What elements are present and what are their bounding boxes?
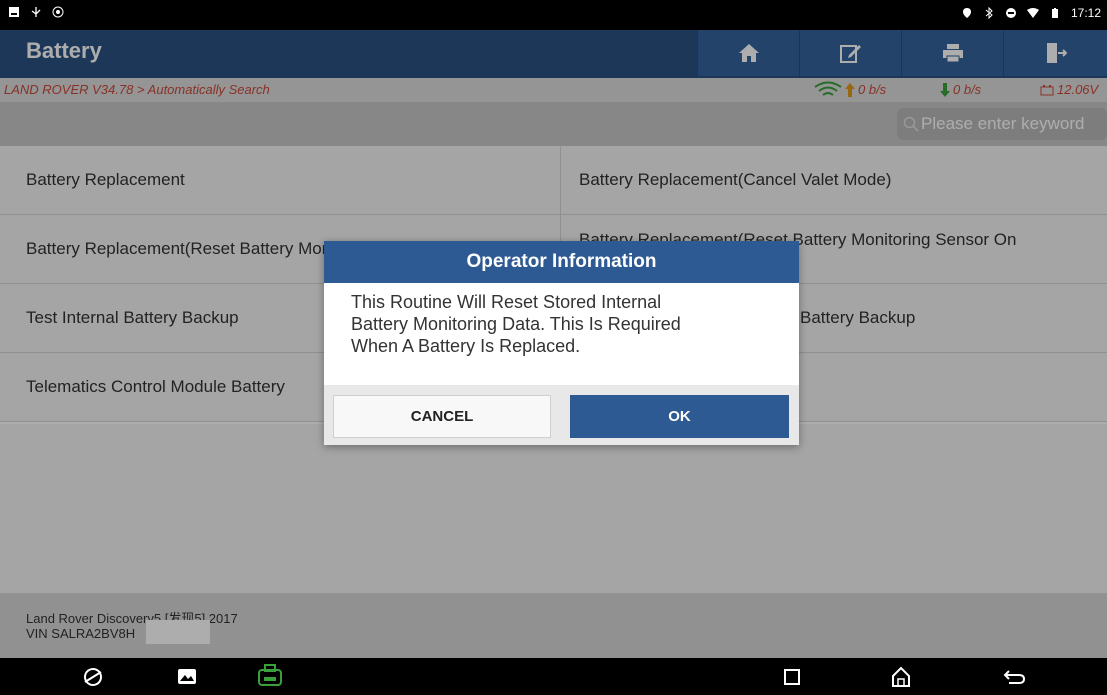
browser-icon[interactable]: [82, 666, 104, 688]
gallery-icon[interactable]: [177, 668, 197, 685]
android-nav-bar: [0, 658, 1107, 695]
recent-apps-icon[interactable]: [783, 668, 801, 686]
battery-icon: [1051, 8, 1058, 18]
notification-icon: [9, 7, 19, 17]
location-icon: [962, 8, 971, 18]
dialog-message-line: This Routine Will Reset Stored Internal: [351, 292, 662, 312]
status-bar: 17:12: [0, 0, 1107, 30]
home-nav-icon[interactable]: [890, 666, 912, 688]
bluetooth-icon: [985, 7, 993, 19]
dialog-message: This Routine Will Reset Stored Internal …: [351, 291, 771, 357]
back-icon[interactable]: [1003, 668, 1027, 686]
operator-info-dialog: Operator Information This Routine Will R…: [324, 241, 799, 445]
cancel-button[interactable]: CANCEL: [333, 395, 551, 438]
dialog-button-row: CANCEL OK: [324, 385, 799, 445]
usb-icon: [31, 7, 41, 17]
dialog-message-line: When A Battery Is Replaced.: [351, 336, 581, 356]
vci-icon[interactable]: [257, 664, 283, 688]
dialog-title: Operator Information: [324, 241, 799, 283]
dialog-message-line: Battery Monitoring Data. This Is Require…: [351, 314, 681, 334]
ok-button[interactable]: OK: [570, 395, 789, 438]
wifi-icon: [1026, 8, 1039, 18]
dnd-icon: [1005, 8, 1016, 18]
clock: 17:12: [1070, 6, 1101, 20]
debug-icon: [52, 6, 64, 18]
